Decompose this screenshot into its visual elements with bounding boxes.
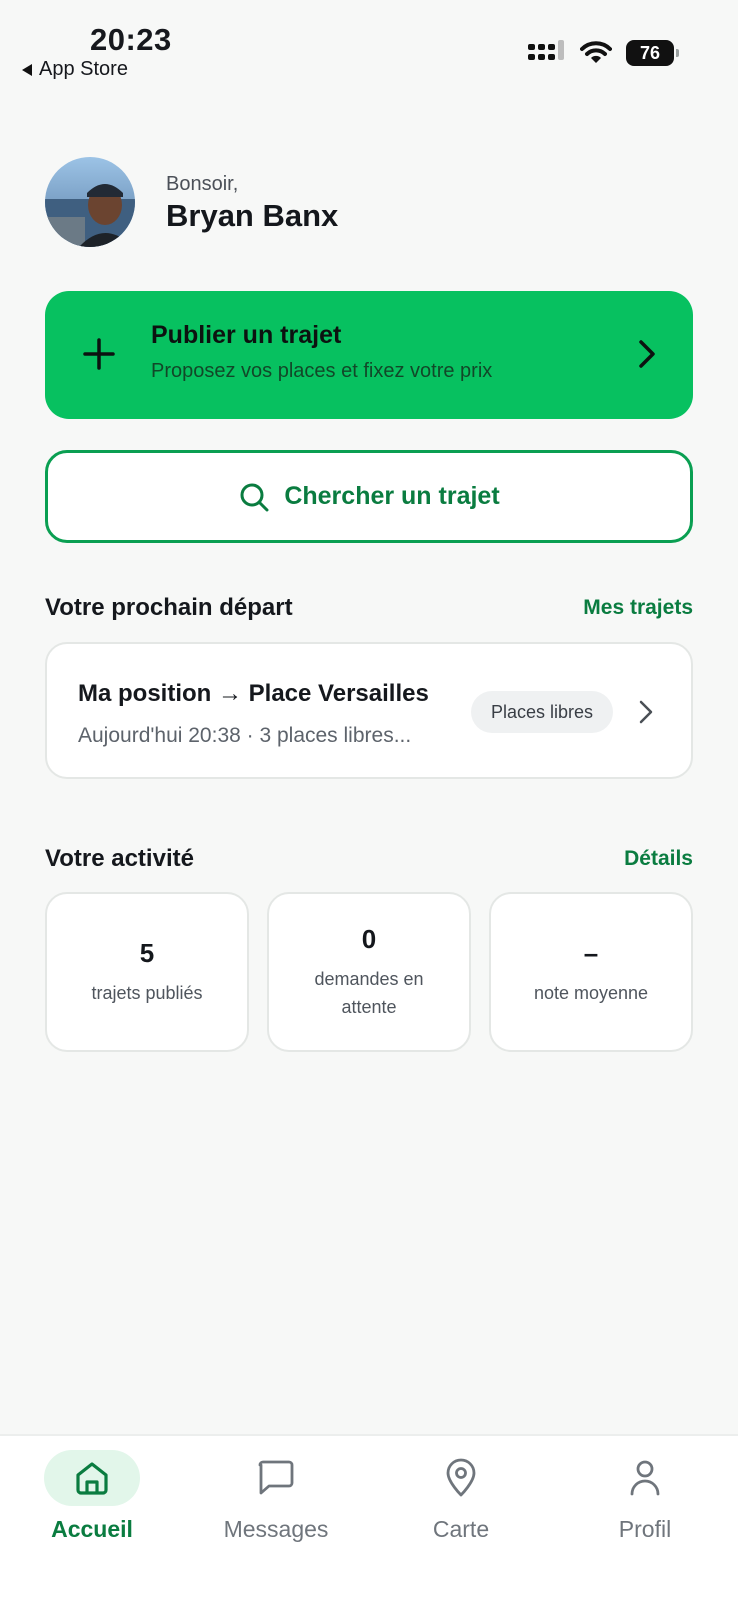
avatar-photo: [45, 157, 135, 247]
status-icons: 76: [528, 40, 679, 66]
search-trip-button[interactable]: Chercher un trajet: [45, 450, 693, 543]
my-trips-link[interactable]: Mes trajets: [583, 596, 693, 620]
tab-label: Carte: [432, 1516, 490, 1542]
wifi-icon: [580, 41, 612, 63]
back-label: App Store: [39, 58, 128, 80]
chevron-right-icon: [639, 340, 655, 368]
status-badge: Places libres: [471, 691, 613, 733]
publish-trip-button[interactable]: Publier un trajet Proposez vos places et…: [45, 291, 693, 419]
stat-label: trajets publiés: [91, 982, 203, 1003]
tab-icon-box: [44, 1450, 140, 1506]
details-link[interactable]: Détails: [624, 847, 693, 871]
stat-value: 0: [361, 923, 377, 954]
stat-label: note moyenne: [533, 982, 649, 1003]
stat-value: –: [583, 937, 599, 968]
departure-route: Ma position → Place Versailles: [78, 680, 429, 707]
avatar[interactable]: [45, 157, 135, 247]
tab-messages[interactable]: Messages: [196, 1450, 356, 1543]
tab-bar: Accueil Messages Carte Profil: [0, 1434, 738, 1600]
tab-label: Profil: [618, 1516, 672, 1542]
message-icon: [258, 1460, 294, 1495]
user-icon: [630, 1460, 660, 1496]
tab-label: Messages: [223, 1516, 329, 1542]
stat-card-published[interactable]: 5 trajets publiés: [45, 892, 249, 1052]
search-icon: [240, 483, 269, 511]
stat-value: 5: [139, 937, 155, 968]
chevron-right-icon: [639, 700, 653, 724]
stat-card-rating[interactable]: – note moyenne: [489, 892, 693, 1052]
user-name: Bryan Banx: [166, 198, 339, 233]
tab-accueil[interactable]: Accueil: [12, 1450, 172, 1543]
tab-profil[interactable]: Profil: [565, 1450, 725, 1543]
back-arrow-icon: [22, 63, 32, 76]
publish-title: Publier un trajet: [151, 321, 342, 349]
home-icon: [76, 1462, 108, 1495]
greeting-text: Bonsoir,: [166, 173, 239, 195]
plus-icon: [83, 338, 115, 370]
stat-label: demandes en attente: [314, 968, 424, 1017]
activity-title: Votre activité: [45, 845, 194, 872]
battery-icon: 76: [626, 40, 679, 66]
tab-icon-box: [597, 1450, 693, 1506]
status-time: 20:23: [90, 22, 172, 57]
tab-icon-box: [228, 1450, 324, 1506]
map-pin-icon: [446, 1458, 476, 1497]
next-departure-card[interactable]: Ma position → Place Versailles Aujourd'h…: [45, 642, 693, 779]
stat-card-pending[interactable]: 0 demandes en attente: [267, 892, 471, 1052]
next-departure-title: Votre prochain départ: [45, 594, 293, 621]
publish-subtitle: Proposez vos places et fixez votre prix: [151, 360, 493, 382]
departure-details: Aujourd'hui 20:38 · 3 places libres...: [78, 724, 412, 747]
search-label: Chercher un trajet: [284, 482, 500, 510]
battery-level: 76: [639, 42, 661, 63]
tab-label: Accueil: [51, 1516, 133, 1542]
back-to-app-store[interactable]: App Store: [22, 58, 128, 81]
tab-icon-box: [413, 1450, 509, 1506]
cellular-signal-icon: [528, 40, 564, 60]
tab-carte[interactable]: Carte: [381, 1450, 541, 1543]
